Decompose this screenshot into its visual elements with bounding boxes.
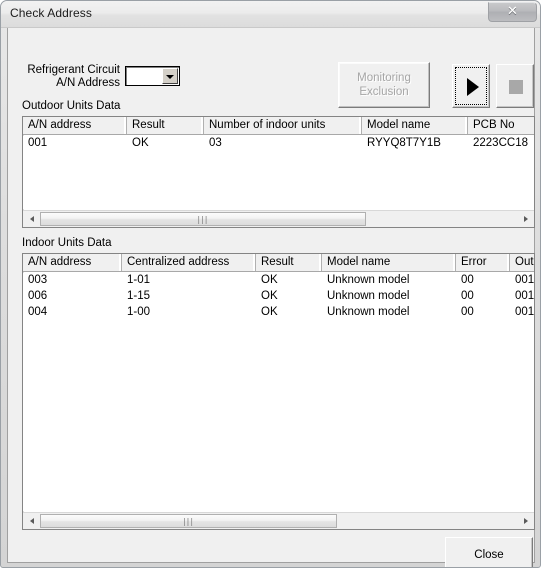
table-cell: 1-01 bbox=[127, 274, 151, 286]
close-icon: ✕ bbox=[507, 4, 518, 19]
arrow-right-icon bbox=[523, 518, 528, 524]
outdoor-scroll-track[interactable]: ||| bbox=[40, 211, 517, 227]
table-cell: OK bbox=[261, 306, 278, 318]
refrigerant-label-line2: A/N Address bbox=[56, 77, 120, 89]
arrow-left-icon bbox=[29, 518, 34, 524]
refrigerant-circuit-combobox[interactable] bbox=[125, 66, 180, 86]
indoor-units-group-label: Indoor Units Data bbox=[22, 237, 112, 249]
outdoor-horizontal-scrollbar[interactable]: ||| bbox=[23, 210, 534, 227]
outdoor-table-body: 001 OK 03 RYYQ8T7Y1B 2223CC18 bbox=[23, 136, 534, 209]
indoor-units-table: A/N address Centralized address Result Mode… bbox=[22, 253, 535, 530]
scroll-right-button-indoor[interactable] bbox=[517, 513, 534, 529]
refrigerant-label-line1: Refrigerant Circuit bbox=[27, 64, 120, 76]
table-cell: Unknown model bbox=[327, 306, 410, 318]
indoor-table-body: 003 1-01 OK Unknown model 00 001 006 1-15 OK Unkn… bbox=[23, 273, 534, 511]
grip-icon: ||| bbox=[182, 517, 195, 526]
stop-button[interactable] bbox=[496, 64, 534, 108]
table-row[interactable]: 004 1-00 OK Unknown model 00 001 bbox=[23, 305, 534, 321]
close-button-label: Close bbox=[474, 549, 504, 561]
indoor-column-header[interactable]: Error bbox=[456, 254, 510, 271]
table-row[interactable]: 003 1-01 OK Unknown model 00 001 bbox=[23, 273, 534, 289]
table-cell: 00 bbox=[461, 290, 474, 302]
start-button[interactable] bbox=[452, 64, 490, 108]
table-cell: 001 bbox=[515, 306, 534, 318]
outdoor-column-header[interactable]: PCB No bbox=[468, 117, 534, 134]
arrow-right-icon bbox=[523, 216, 528, 222]
monitoring-exclusion-button[interactable]: Monitoring Exclusion bbox=[338, 62, 430, 108]
chevron-down-icon[interactable] bbox=[162, 68, 178, 84]
outdoor-column-header[interactable]: Result bbox=[127, 117, 204, 134]
table-cell: 1-00 bbox=[127, 306, 151, 318]
close-button[interactable]: Close bbox=[445, 537, 533, 567]
stop-icon bbox=[509, 80, 523, 94]
indoor-column-header[interactable]: A/N address bbox=[23, 254, 122, 271]
outdoor-units-group-label: Outdoor Units Data bbox=[22, 100, 121, 112]
table-cell: Unknown model bbox=[327, 290, 410, 302]
table-cell: OK bbox=[132, 137, 149, 149]
table-cell: 006 bbox=[28, 290, 48, 302]
table-cell: 001 bbox=[515, 274, 534, 286]
indoor-scroll-thumb[interactable]: ||| bbox=[40, 514, 337, 528]
scroll-left-button-indoor[interactable] bbox=[23, 513, 40, 529]
title-bar[interactable]: Check Address ✕ bbox=[1, 1, 540, 28]
table-cell: OK bbox=[261, 290, 278, 302]
indoor-table-header: A/N address Centralized address Result Mode… bbox=[23, 254, 534, 272]
outdoor-table-header: A/N address Result Number of indoor units M… bbox=[23, 117, 534, 135]
outdoor-column-header[interactable]: Model name bbox=[362, 117, 468, 134]
scroll-right-button-outdoor[interactable] bbox=[517, 211, 534, 227]
table-cell: 03 bbox=[209, 137, 222, 149]
table-cell: 001 bbox=[28, 137, 48, 149]
grip-icon: ||| bbox=[197, 215, 209, 224]
outdoor-scroll-thumb[interactable]: ||| bbox=[40, 212, 366, 226]
table-cell: 004 bbox=[28, 306, 48, 318]
table-cell: 001 bbox=[515, 290, 534, 302]
indoor-column-header[interactable]: Model name bbox=[322, 254, 456, 271]
table-cell: Unknown model bbox=[327, 274, 410, 286]
dialog-client-area: Refrigerant Circuit A/N Address Monitori… bbox=[7, 28, 535, 567]
scroll-left-button-outdoor[interactable] bbox=[23, 211, 40, 227]
indoor-column-header[interactable]: Result bbox=[256, 254, 322, 271]
outdoor-column-header[interactable]: Number of indoor units bbox=[204, 117, 362, 134]
play-icon bbox=[467, 78, 479, 96]
indoor-horizontal-scrollbar[interactable]: ||| bbox=[23, 512, 534, 529]
outdoor-units-table: A/N address Result Number of indoor units M… bbox=[22, 116, 535, 228]
window-close-button[interactable]: ✕ bbox=[488, 2, 537, 22]
refrigerant-circuit-label: Refrigerant Circuit A/N Address bbox=[22, 64, 120, 90]
table-cell: 00 bbox=[461, 306, 474, 318]
table-row[interactable]: 006 1-15 OK Unknown model 00 001 bbox=[23, 289, 534, 305]
table-cell: RYYQ8T7Y1B bbox=[367, 137, 441, 149]
table-cell: 003 bbox=[28, 274, 48, 286]
table-cell: 2223CC18 bbox=[473, 137, 528, 149]
table-cell: OK bbox=[261, 274, 278, 286]
indoor-column-header[interactable]: Centralized address bbox=[122, 254, 256, 271]
table-row[interactable]: 001 OK 03 RYYQ8T7Y1B 2223CC18 bbox=[23, 136, 534, 152]
table-cell: 1-15 bbox=[127, 290, 151, 302]
window-title: Check Address bbox=[10, 6, 93, 20]
indoor-scroll-track[interactable]: ||| bbox=[40, 513, 517, 529]
arrow-left-icon bbox=[29, 216, 34, 222]
indoor-column-header[interactable]: Outdoor un bbox=[510, 254, 534, 271]
outdoor-column-header[interactable]: A/N address bbox=[23, 117, 127, 134]
check-address-dialog: Check Address ✕ Refrigerant Circuit A/N … bbox=[0, 0, 541, 568]
table-cell: 00 bbox=[461, 274, 474, 286]
monitoring-exclusion-label: Monitoring Exclusion bbox=[357, 72, 411, 98]
